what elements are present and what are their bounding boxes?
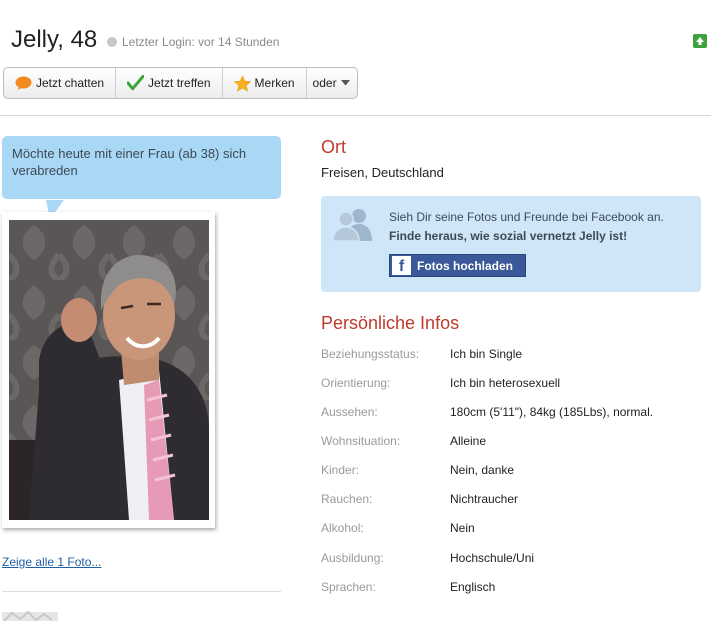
- info-value-languages: Englisch: [450, 580, 496, 594]
- chat-button-label: Jetzt chatten: [36, 76, 105, 90]
- chevron-down-icon: [340, 80, 350, 86]
- chat-button[interactable]: Jetzt chatten: [4, 68, 117, 98]
- more-options-dropdown[interactable]: oder: [307, 68, 357, 98]
- arrow-up-icon[interactable]: [693, 34, 707, 48]
- info-value-children: Nein, danke: [450, 463, 515, 477]
- facebook-button-label: Fotos hochladen: [417, 258, 513, 273]
- info-value-alcohol: Nein: [450, 521, 475, 535]
- info-label-orientation: Orientierung:: [321, 376, 391, 390]
- facebook-upload-photos-button[interactable]: f Fotos hochladen: [389, 254, 526, 277]
- meet-button[interactable]: Jetzt treffen: [116, 68, 223, 98]
- info-label-children: Kinder:: [321, 463, 360, 477]
- left-column-divider: [2, 591, 281, 592]
- info-label-relationship: Beziehungsstatus:: [321, 347, 420, 361]
- info-label-education: Ausbildung:: [321, 551, 384, 565]
- info-value-smoking: Nichtraucher: [450, 492, 519, 506]
- meet-button-label: Jetzt treffen: [148, 76, 211, 90]
- show-all-photos-link[interactable]: Zeige alle 1 Foto...: [2, 555, 101, 569]
- location-heading: Ort: [321, 137, 346, 157]
- header-divider: [0, 115, 711, 116]
- facebook-promo-text: Sieh Dir seine Fotos und Freunde bei Fac…: [389, 210, 664, 224]
- info-label-appearance: Aussehen:: [321, 405, 378, 419]
- info-value-relationship: Ich bin Single: [450, 347, 523, 361]
- online-status-dot: [107, 37, 117, 47]
- save-button-label: Merken: [254, 76, 295, 90]
- info-value-orientation: Ich bin heterosexuell: [450, 376, 561, 390]
- last-login-text: Letzter Login: vor 14 Stunden: [122, 35, 280, 49]
- personal-infos-heading: Persönliche Infos: [321, 313, 460, 333]
- more-options-label: oder: [312, 76, 337, 90]
- info-label-living: Wohnsituation:: [321, 434, 401, 448]
- info-value-living: Alleine: [450, 434, 487, 448]
- info-label-languages: Sprachen:: [321, 580, 376, 594]
- info-value-appearance: 180cm (5'11"), 84kg (185Lbs), normal.: [450, 405, 654, 419]
- facebook-f-icon: f: [392, 256, 411, 275]
- action-bar: Jetzt chatten Jetzt treffen Merken oder: [3, 67, 358, 99]
- location-value: Freisen, Deutschland: [321, 165, 444, 180]
- thumbnail-strip: [2, 610, 58, 621]
- checkmark-icon: [127, 75, 145, 92]
- status-message-bubble: Möchte heute mit einer Frau (ab 38) sich…: [2, 136, 281, 199]
- info-value-education: Hochschule/Uni: [450, 551, 535, 565]
- chat-bubble-icon: [15, 75, 32, 92]
- profile-title: Jelly, 48: [11, 26, 98, 53]
- facebook-promo-subtext: Finde heraus, wie sozial vernetzt Jelly …: [389, 229, 628, 243]
- people-silhouette-icon: [332, 209, 372, 241]
- profile-photo[interactable]: [9, 220, 209, 520]
- star-icon: [233, 74, 251, 92]
- save-button[interactable]: Merken: [223, 68, 307, 98]
- info-label-alcohol: Alkohol:: [321, 521, 364, 535]
- info-label-smoking: Rauchen:: [321, 492, 373, 506]
